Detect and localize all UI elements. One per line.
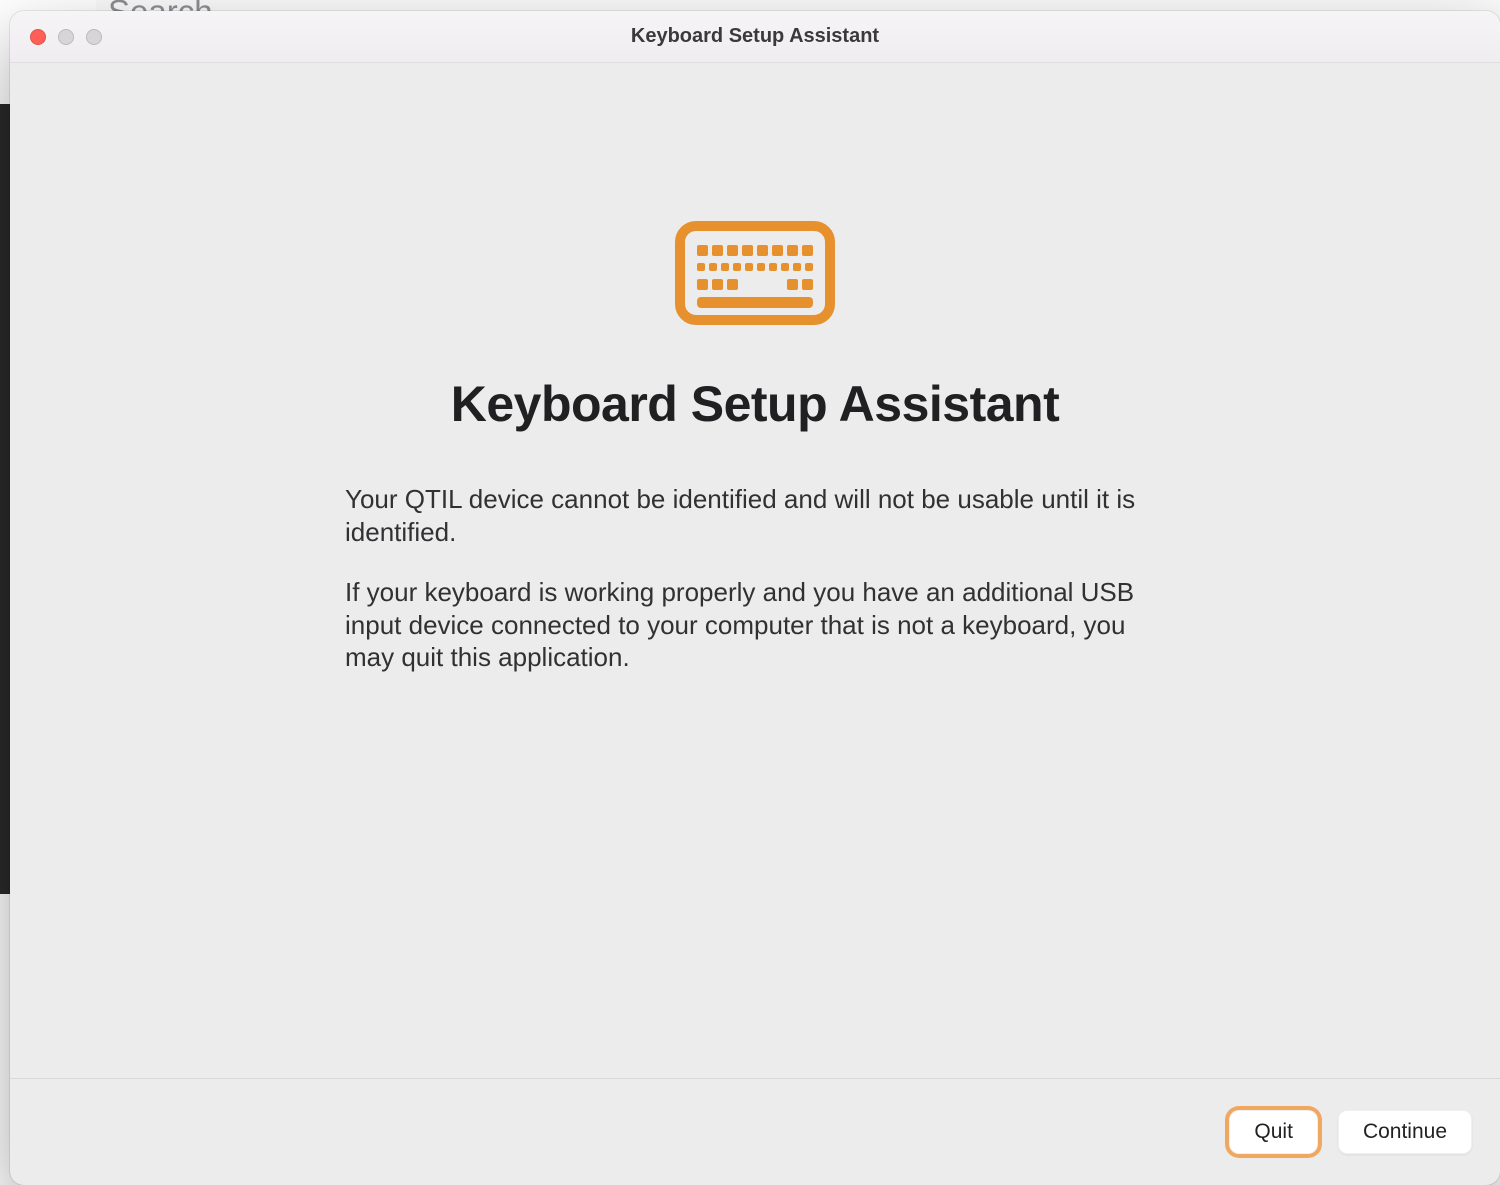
body-text: Your QTIL device cannot be identified an… xyxy=(345,483,1165,674)
window-close-button[interactable] xyxy=(30,29,46,45)
quit-button[interactable]: Quit xyxy=(1229,1110,1318,1154)
window-content: Keyboard Setup Assistant Your QTIL devic… xyxy=(10,63,1500,1079)
window-titlebar: Keyboard Setup Assistant xyxy=(10,11,1500,63)
body-paragraph-2: If your keyboard is working properly and… xyxy=(345,576,1165,674)
traffic-lights xyxy=(10,29,102,45)
page-heading: Keyboard Setup Assistant xyxy=(451,375,1060,433)
window-minimize-button xyxy=(58,29,74,45)
window-title: Keyboard Setup Assistant xyxy=(10,25,1500,48)
background-left-strip xyxy=(0,104,10,894)
keyboard-icon xyxy=(675,221,835,325)
body-paragraph-1: Your QTIL device cannot be identified an… xyxy=(345,483,1165,548)
window-maximize-button xyxy=(86,29,102,45)
continue-button[interactable]: Continue xyxy=(1338,1110,1472,1154)
keyboard-setup-assistant-window: Keyboard Setup Assistant xyxy=(10,11,1500,1185)
window-footer: Quit Continue xyxy=(10,1079,1500,1185)
